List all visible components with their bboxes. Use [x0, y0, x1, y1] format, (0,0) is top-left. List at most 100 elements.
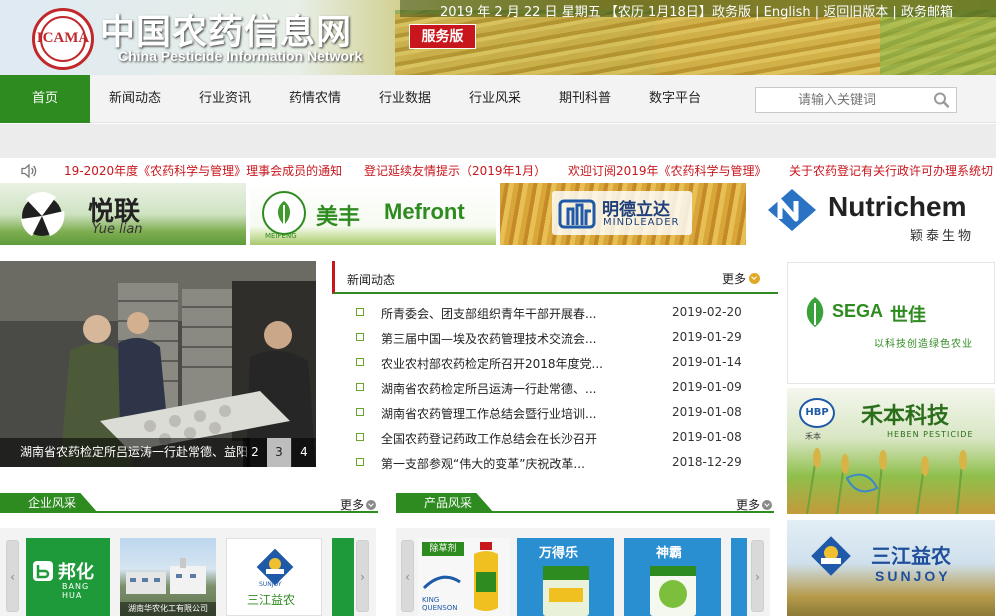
mefront-logo-icon — [262, 191, 306, 235]
sega-en: SEGA — [832, 301, 884, 321]
ad-sega[interactable]: SEGA 世佳 以科技创造绿色农业 — [787, 262, 995, 384]
news-ticker: 19-2020年度《农药科学与管理》理事会成员的通知 登记延续友情提示（2019… — [0, 158, 996, 182]
company-tile-banghua[interactable]: 邦化 BANG HUA — [26, 538, 110, 616]
news-item[interactable]: 第三届中国—埃及农药管理技术交流会... 2019-01-29 — [352, 328, 768, 348]
ticker-item[interactable]: 登记延续友情提示（2019年1月） — [364, 162, 546, 179]
news-item[interactable]: 湖南省农药检定所吕运涛一行赴常德、... 2019-01-09 — [352, 378, 768, 398]
nav-digital-platform[interactable]: 数字平台 — [635, 75, 715, 123]
square-bullet-icon — [356, 408, 364, 416]
news-item[interactable]: 第一支部参观“伟大的变革”庆祝改革... 2018-12-29 — [352, 453, 768, 473]
search-input[interactable] — [756, 88, 926, 112]
heben-cn: 禾本科技 — [861, 404, 950, 429]
news-slideshow[interactable] — [0, 261, 316, 467]
factory-caption: 湖南华农化工有限公司 — [120, 602, 216, 616]
product-more-link[interactable]: 更多 — [736, 496, 772, 513]
ad-mindleader[interactable]: 明德立达 MINDLEADER — [500, 183, 746, 245]
mindleader-en: MINDLEADER — [603, 217, 680, 228]
ad-sunjoy-side[interactable]: 三江益农 SUNJOY — [787, 520, 995, 616]
date-display: 2019 年 2 月 22 日 星期五 【农历 1月18日】 — [440, 1, 712, 20]
nav-journals[interactable]: 期刊科普 — [545, 75, 625, 123]
company-tile-partial[interactable] — [332, 538, 354, 616]
banghua-logo-icon — [33, 561, 53, 581]
sunjoy-tile-en: SUNJOY — [259, 581, 282, 588]
news-item[interactable]: 全国农药登记药政工作总结会在长沙召开 2019-01-08 — [352, 428, 768, 448]
news-item[interactable]: 农业农村部农药检定所召开2018年度党... 2019-01-14 — [352, 353, 768, 373]
news-section-title: 新闻动态 — [347, 273, 396, 287]
product-tile-shenba[interactable]: 神霸 — [624, 538, 721, 616]
more-arrow-icon — [762, 500, 772, 510]
banghua-en: BANG HUA — [62, 582, 90, 600]
ticker-item[interactable]: 欢迎订阅2019年《农药科学与管理》 — [568, 162, 767, 179]
news-header: 新闻动态 更多 — [332, 261, 778, 294]
package-icon — [543, 566, 589, 616]
link-government-version[interactable]: 政务版 — [712, 5, 751, 20]
square-bullet-icon — [356, 308, 364, 316]
more-arrow-icon — [749, 273, 760, 284]
square-bullet-icon — [356, 333, 364, 341]
news-item[interactable]: 所青委会、团支部组织青年干部开展春... 2019-02-20 — [352, 303, 768, 323]
link-english[interactable]: English — [764, 5, 811, 20]
mefront-cn: 美丰 — [316, 205, 361, 230]
nutrichem-cn: 颖泰生物 — [910, 229, 975, 244]
sega-leaf-icon — [806, 297, 824, 327]
main-nav: 首页 新闻动态 行业资讯 药情农情 行业数据 行业风采 期刊科普 数字平台 — [0, 75, 996, 123]
nav-pest-conditions[interactable]: 药情农情 — [275, 75, 355, 123]
nav-industry-data[interactable]: 行业数据 — [365, 75, 445, 123]
ticker-item[interactable]: 关于农药登记有关行政许可办理系统切 — [789, 162, 993, 179]
lunar-date: 农历 1月18日 — [617, 5, 699, 20]
nav-home[interactable]: 首页 — [0, 75, 90, 123]
sunjoy-tile-cn: 三江益农 — [247, 593, 296, 607]
link-government-mail[interactable]: 政务邮箱 — [901, 5, 953, 20]
nav-industry-style[interactable]: 行业风采 — [455, 75, 535, 123]
weedkiller-brand: KING QUENSON — [422, 596, 458, 612]
company-next-arrow[interactable]: › — [356, 540, 369, 612]
date-bracket: 】 — [698, 5, 712, 20]
ticker-item[interactable]: 19-2020年度《农药科学与管理》理事会成员的通知 — [64, 162, 342, 179]
sunjoy-logo-icon — [811, 536, 851, 576]
slide-number-2[interactable]: 2 — [243, 438, 267, 467]
news-item[interactable]: 湖南省农药管理工作总结会暨行业培训... 2019-01-08 — [352, 403, 768, 423]
logo-text: ICAMA — [36, 30, 90, 46]
sunjoy-cn: 三江益农 — [871, 544, 951, 568]
ad-nutrichem[interactable]: Nutrichem 颖泰生物 — [750, 183, 996, 245]
mindleader-logo-icon — [558, 199, 596, 229]
news-more-link[interactable]: 更多 — [722, 270, 760, 287]
ad-mefront[interactable]: MEIFENG 美丰 Mefront — [250, 183, 496, 245]
square-bullet-icon — [356, 383, 364, 391]
square-bullet-icon — [356, 458, 364, 466]
company-section-header: 企业风采 更多 — [0, 493, 378, 513]
ad-heben[interactable]: HBP 禾本 禾本科技 HEBEN PESTICIDE — [787, 388, 995, 514]
link-old-version[interactable]: 返回旧版本 — [823, 5, 888, 20]
product-tile-partial[interactable] — [731, 538, 747, 616]
product-tile-wandele[interactable]: 万得乐 — [517, 538, 614, 616]
yuelian-en: Yue lian — [92, 222, 143, 237]
product-tile-weedkiller[interactable]: 除草剂 KING QUENSON — [418, 538, 510, 616]
top-links: 政务版 | English | 返回旧版本 | 政务邮箱 — [712, 5, 953, 20]
site-subtitle: China Pesticide Information Network — [118, 48, 363, 64]
more-arrow-icon — [366, 500, 376, 510]
heben-small: 禾本 — [805, 432, 821, 441]
heben-en: HEBEN PESTICIDE — [887, 430, 974, 439]
search-icon[interactable] — [932, 91, 952, 109]
product-prev-arrow[interactable]: ‹ — [401, 540, 414, 612]
sega-slogan: 以科技创造绿色农业 — [874, 339, 973, 350]
company-section-title: 企业风采 — [0, 493, 98, 513]
ad-yuelian[interactable]: 悦联 Yue lian — [0, 183, 246, 245]
news-panel: 新闻动态 更多 所青委会、团支部组织青年干部开展春... 2019-02-20 第… — [332, 261, 778, 476]
mefront-small: MEIFENG — [265, 232, 297, 240]
square-bullet-icon — [356, 358, 364, 366]
nav-industry-info[interactable]: 行业资讯 — [185, 75, 265, 123]
company-tile-sunjoy[interactable]: 三江益农 SUNJOY — [226, 538, 322, 616]
wandele-cn: 万得乐 — [539, 546, 579, 561]
slide-number-4[interactable]: 4 — [292, 438, 316, 467]
nav-news[interactable]: 新闻动态 — [95, 75, 175, 123]
product-next-arrow[interactable]: › — [751, 540, 764, 612]
slide-number-3[interactable]: 3 — [267, 438, 291, 467]
company-more-link[interactable]: 更多 — [340, 496, 376, 513]
service-version-badge[interactable]: 服务版 — [409, 24, 476, 49]
company-prev-arrow[interactable]: ‹ — [6, 540, 19, 612]
slide-caption[interactable]: 湖南省农药检定所吕运涛一行赴常德、益阳 — [0, 438, 250, 467]
icama-logo-icon[interactable]: ICAMA — [32, 8, 94, 70]
product-section-title: 产品风采 — [396, 493, 494, 513]
company-tile-factory[interactable]: 湖南华农化工有限公司 — [120, 538, 216, 616]
